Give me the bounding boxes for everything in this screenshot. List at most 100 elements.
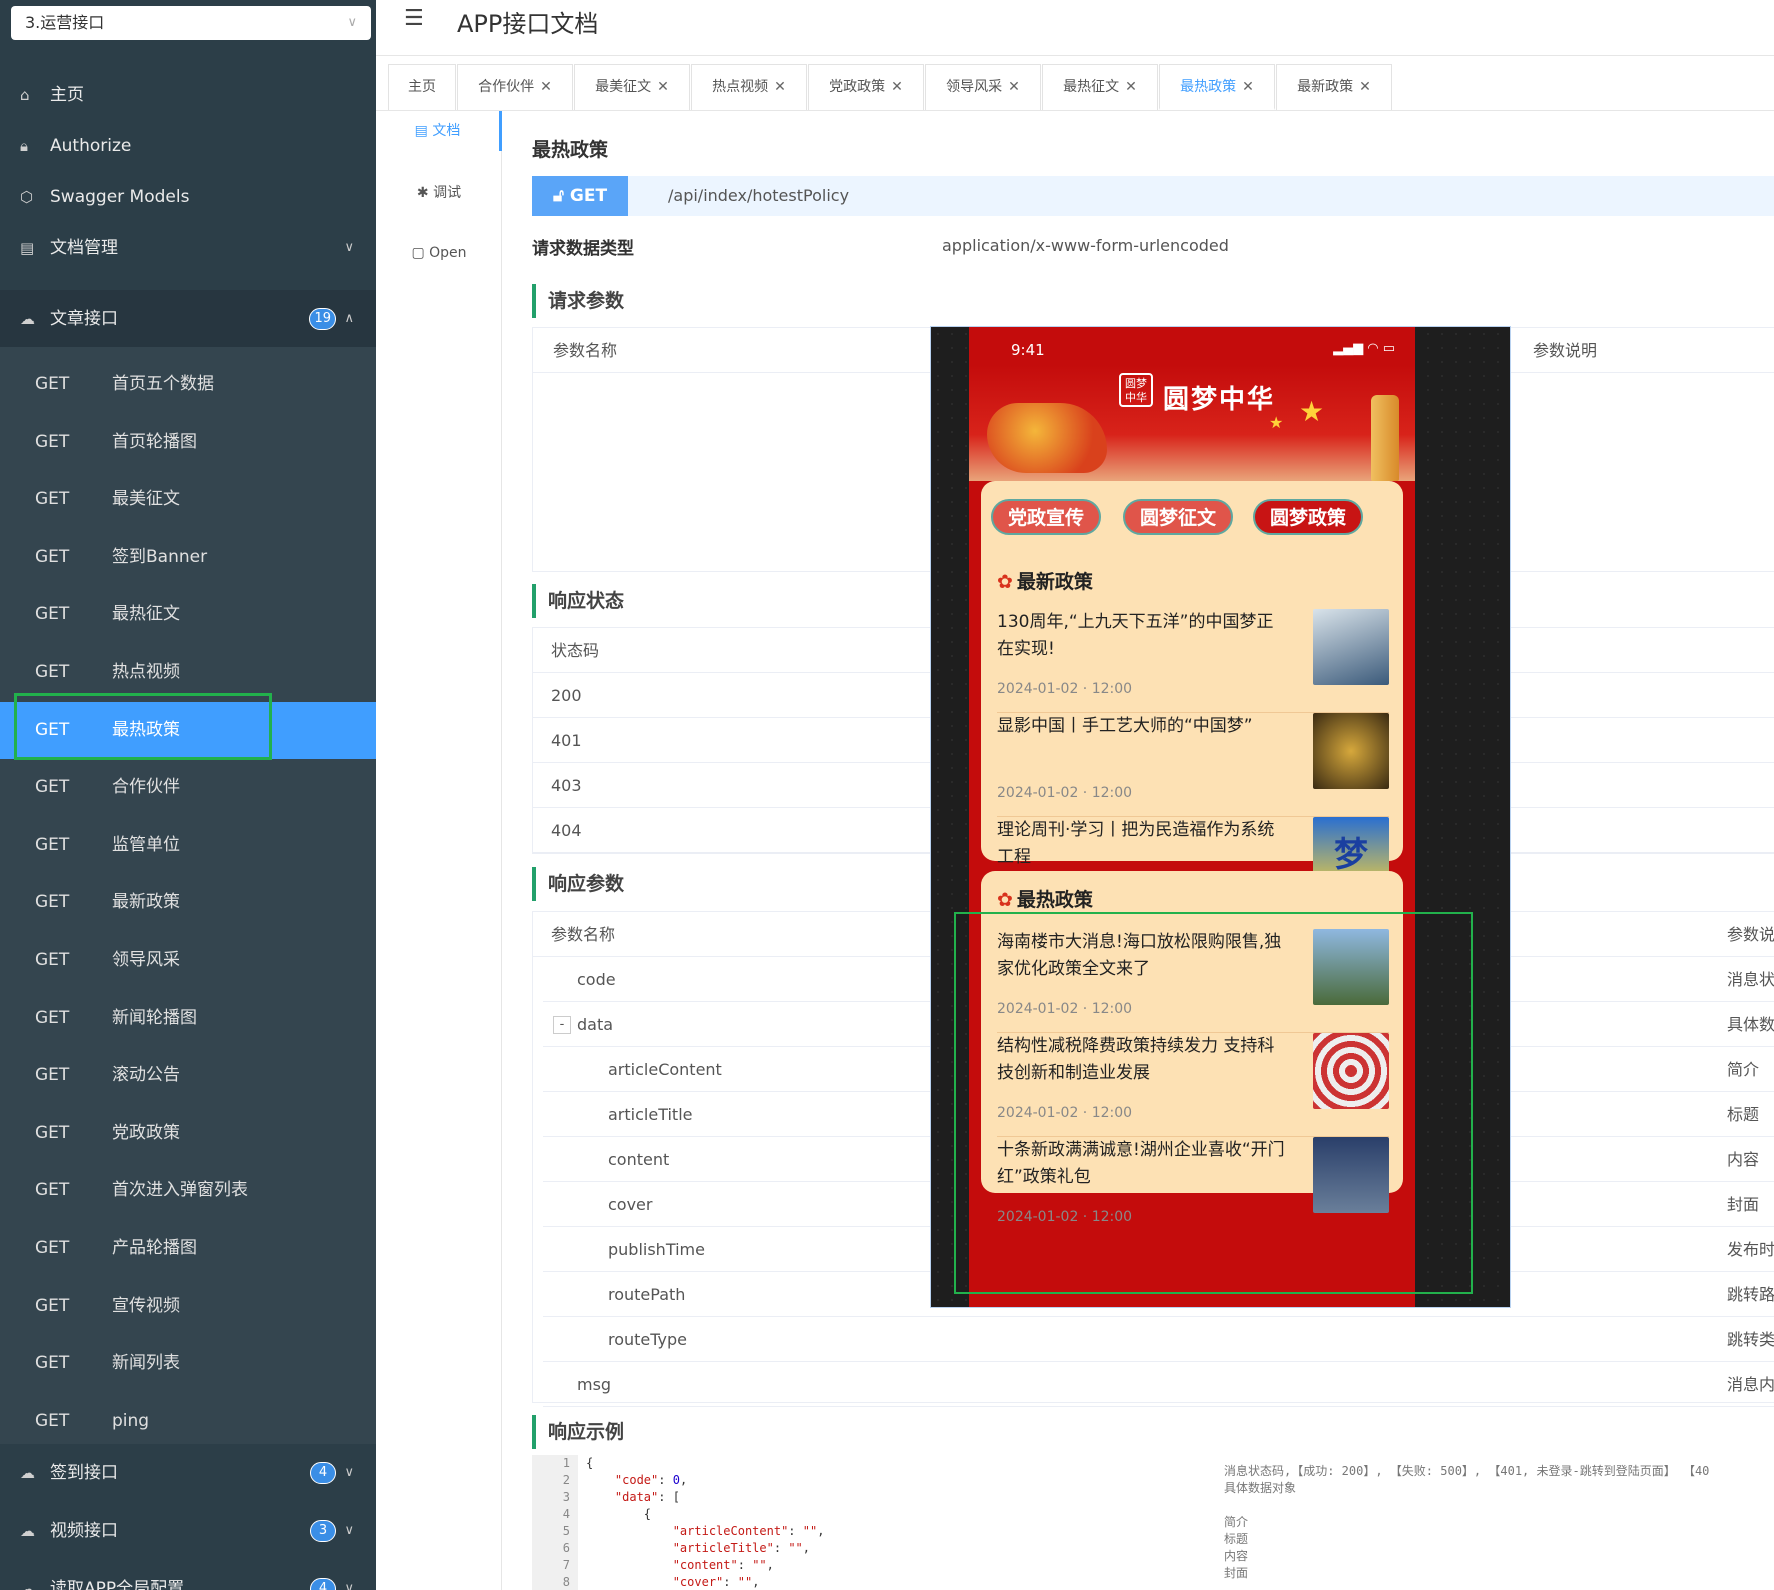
- news-item[interactable]: 显影中国丨手工艺大师的“中国梦” 2024-01-02 · 12:00: [997, 713, 1389, 817]
- sidebar-item[interactable]: GET 合作伙伴: [0, 759, 376, 816]
- nav-label: 调试: [433, 185, 462, 201]
- sidebar-item[interactable]: GET 党政政策: [0, 1105, 376, 1162]
- news-item[interactable]: 130周年,“上九天下五洋”的中国梦正在实现! 2024-01-02 · 12:0…: [997, 609, 1389, 713]
- menu-doc-manage[interactable]: ▤ 文档管理 ∨: [0, 219, 376, 277]
- star-icon: ★: [1299, 395, 1325, 428]
- menu-authorize[interactable]: 🔒︎ Authorize: [0, 117, 376, 175]
- method-label: GET: [35, 489, 70, 510]
- signal-icon: ▂▄▆: [1333, 341, 1364, 356]
- method-label: GET: [35, 1410, 70, 1431]
- tab[interactable]: 最新政策 ✕: [1276, 64, 1392, 110]
- param-desc: 封面: [1727, 1195, 1760, 1214]
- menu-swagger-models[interactable]: ⬡ Swagger Models: [0, 168, 376, 226]
- method-label: GET: [35, 1295, 70, 1316]
- tab[interactable]: 最热政策 ✕: [1159, 64, 1275, 110]
- hot-title: ✿ 最热政策: [997, 885, 1093, 912]
- chevron-down-icon: ∨: [347, 15, 357, 30]
- code-body: { "code": 0, "data": [ { "articleContent…: [586, 1456, 825, 1589]
- section-response-params: 响应参数: [532, 867, 624, 901]
- page-title: APP接口文档: [457, 10, 599, 38]
- sidebar-item[interactable]: GET 签到Banner: [0, 529, 376, 586]
- sidebar-item[interactable]: GET 领导风采: [0, 932, 376, 989]
- method-label: GET: [35, 1353, 70, 1374]
- tab-label: 主页: [408, 79, 436, 95]
- nav-label: Open: [429, 245, 467, 261]
- table-row: msg 消息内容,: [543, 1362, 1774, 1407]
- tab[interactable]: 党政政策 ✕: [808, 64, 924, 110]
- item-label: 产品轮播图: [112, 1238, 197, 1258]
- menu-home[interactable]: ⌂ 主页: [0, 66, 376, 124]
- menu-label: 文章接口: [50, 309, 118, 329]
- tab[interactable]: 主页: [388, 64, 456, 110]
- sidebar-item[interactable]: GET 监管单位: [0, 817, 376, 874]
- pill-policy[interactable]: 圆梦政策: [1253, 499, 1363, 535]
- title-text: 最热政策: [1016, 889, 1093, 911]
- close-icon[interactable]: ✕: [1008, 79, 1020, 95]
- flower-icon: ✿: [997, 889, 1013, 911]
- sidebar-item[interactable]: GET 新闻轮播图: [0, 990, 376, 1047]
- chevron-up-icon: ∧: [344, 311, 354, 326]
- section-response-example: 响应示例: [532, 1415, 624, 1449]
- sidebar-item[interactable]: GET 产品轮播图: [0, 1220, 376, 1277]
- param-desc: 跳转路径: [1727, 1285, 1774, 1304]
- news-title: 130周年,“上九天下五洋”的中国梦正在实现!: [997, 612, 1274, 659]
- tab[interactable]: 合作伙伴 ✕: [457, 64, 573, 110]
- close-icon[interactable]: ✕: [1359, 79, 1371, 95]
- tab[interactable]: 领导风采 ✕: [925, 64, 1041, 110]
- nav-doc[interactable]: ▤ 文档: [376, 111, 502, 151]
- app-title: 圆梦中华: [1163, 385, 1276, 415]
- method-badge: 🔓︎ GET: [532, 176, 628, 216]
- doc-icon: ▤: [414, 123, 433, 139]
- nav-open[interactable]: ▢ Open: [376, 233, 502, 273]
- param-name: data: [577, 1015, 614, 1034]
- item-label: 签到Banner: [112, 546, 208, 567]
- sidebar-item[interactable]: GET 滚动公告: [0, 1047, 376, 1104]
- col-header: 参数名称: [551, 925, 616, 944]
- code-comment: 具体数据对象: [1224, 1481, 1297, 1495]
- method-label: GET: [35, 892, 70, 913]
- close-icon[interactable]: ✕: [1242, 79, 1254, 95]
- menu-sign-api[interactable]: ☁ 签到接口 4 ∨: [0, 1444, 376, 1502]
- menu-article-api[interactable]: ☁ 文章接口 19 ∧: [0, 290, 376, 348]
- top-header: ☰ APP接口文档: [376, 0, 1774, 56]
- content-type-label: 请求数据类型: [532, 239, 634, 259]
- unlock-icon: 🔓︎: [552, 186, 570, 206]
- sidebar-item[interactable]: GET ping: [0, 1393, 376, 1450]
- tab[interactable]: 最热征文 ✕: [1042, 64, 1158, 110]
- menu-video-api[interactable]: ☁ 视频接口 3 ∨: [0, 1502, 376, 1560]
- sidebar-item[interactable]: GET 宣传视频: [0, 1278, 376, 1335]
- collapse-toggle[interactable]: -: [553, 1016, 571, 1034]
- menu-label: Authorize: [50, 136, 132, 156]
- section-response-status: 响应状态: [532, 584, 624, 618]
- close-icon[interactable]: ✕: [774, 79, 786, 95]
- menu-toggle-icon[interactable]: ☰: [404, 6, 424, 31]
- line-number: 3: [562, 1490, 570, 1504]
- menu-label: 主页: [50, 85, 84, 105]
- line-number: 2: [562, 1473, 570, 1487]
- tab[interactable]: 最美征文 ✕: [574, 64, 690, 110]
- group-select[interactable]: 3.运营接口 ∨: [11, 6, 371, 40]
- tab[interactable]: 热点视频 ✕: [691, 64, 807, 110]
- sidebar-item[interactable]: GET 首次进入弹窗列表: [0, 1162, 376, 1219]
- chevron-down-icon: ∨: [344, 1465, 354, 1480]
- latest-policy-card: 党政宣传 圆梦征文 圆梦政策 ✿ 最新政策 130周年,“上九天下五洋”的中国梦正…: [981, 481, 1403, 905]
- close-icon[interactable]: ✕: [891, 79, 903, 95]
- sidebar-item[interactable]: GET 首页轮播图: [0, 414, 376, 471]
- code-example: 1 2 3 4 5 6 7 8 { "code": 0, "data": [ { "artic…: [532, 1455, 1774, 1590]
- sidebar-item[interactable]: GET 首页五个数据: [0, 356, 376, 413]
- sidebar-item[interactable]: GET 新闻列表: [0, 1335, 376, 1392]
- news-title: 显影中国丨手工艺大师的“中国梦”: [997, 716, 1253, 736]
- close-icon[interactable]: ✕: [1125, 79, 1137, 95]
- chevron-down-icon: ∨: [344, 240, 354, 255]
- close-icon[interactable]: ✕: [540, 79, 552, 95]
- sidebar-item[interactable]: GET 最热征文: [0, 586, 376, 643]
- menu-app-config[interactable]: ☁ 读取APP全局配置 4 ∨: [0, 1560, 376, 1590]
- pill-party[interactable]: 党政宣传: [991, 499, 1101, 535]
- nav-debug[interactable]: ✱ 调试: [376, 173, 502, 213]
- sidebar-item[interactable]: GET 最美征文: [0, 471, 376, 528]
- sidebar-item[interactable]: GET 最新政策: [0, 874, 376, 931]
- code-comment: 内容: [1224, 1549, 1249, 1563]
- count-badge: 4: [310, 1578, 336, 1590]
- close-icon[interactable]: ✕: [657, 79, 669, 95]
- pill-essay[interactable]: 圆梦征文: [1123, 499, 1233, 535]
